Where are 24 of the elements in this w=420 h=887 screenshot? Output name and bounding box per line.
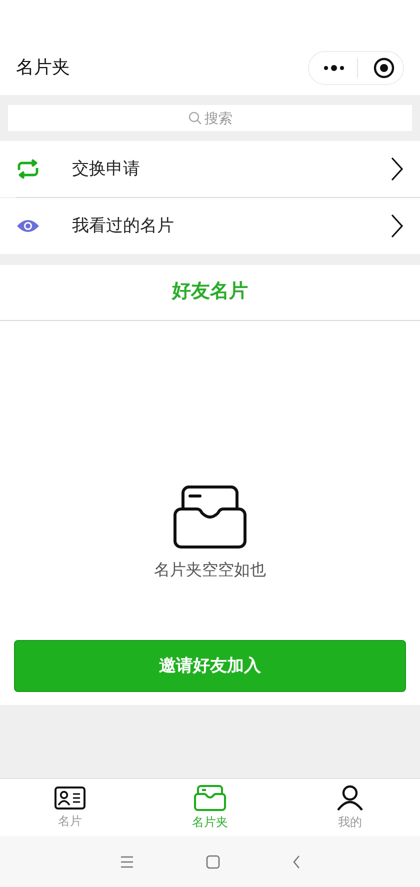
tab[interactable]: 名片 <box>0 779 140 836</box>
tab[interactable]: 我的 <box>280 779 420 836</box>
invite-button[interactable]: 邀请好友加入 <box>14 640 406 692</box>
chevron-icon <box>390 214 404 238</box>
section-title: 好友名片 <box>172 280 248 304</box>
more-icon[interactable] <box>323 64 345 72</box>
back-icon[interactable] <box>292 854 300 868</box>
exchange-icon <box>16 159 40 179</box>
search-icon <box>188 111 202 125</box>
page-title: 名片夹 <box>16 56 70 79</box>
home-icon[interactable] <box>206 854 220 868</box>
id-card-icon <box>54 786 86 810</box>
eye-icon <box>16 218 40 234</box>
tab[interactable]: 名片夹 <box>140 779 280 836</box>
person-icon <box>336 784 364 810</box>
menu-item[interactable]: 交换申请 <box>0 141 420 197</box>
search-field[interactable]: 搜索 <box>8 105 412 131</box>
empty-folder-icon <box>173 485 247 549</box>
chevron-icon <box>390 157 404 181</box>
close-icon[interactable] <box>373 56 395 78</box>
empty-message: 名片夹空空如也 <box>154 560 266 581</box>
menu-item[interactable]: 我看过的名片 <box>0 198 420 254</box>
menu-icon[interactable] <box>120 856 134 868</box>
card-holder-icon <box>194 784 226 810</box>
